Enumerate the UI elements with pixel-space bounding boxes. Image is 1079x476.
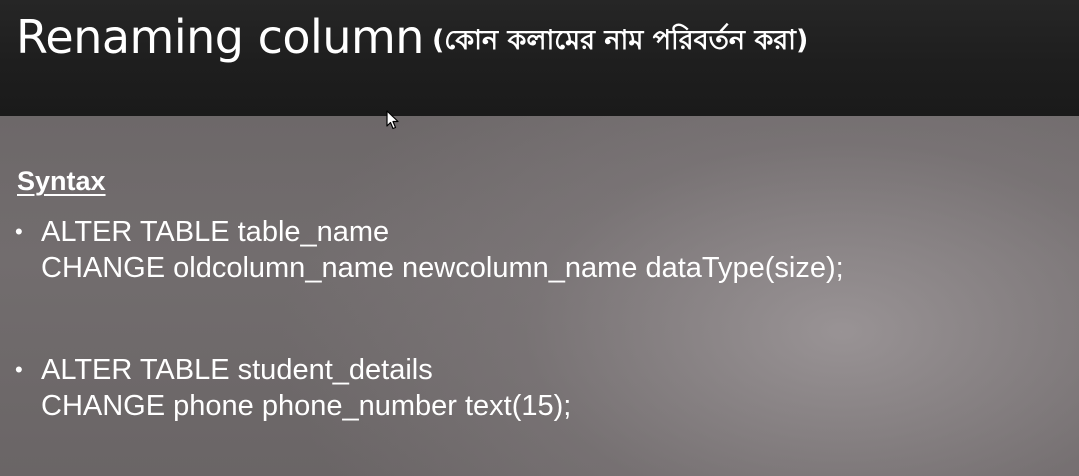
code-line: ALTER TABLE student_details (41, 354, 433, 386)
slide: Renaming column (কোন কলামের নাম পরিবর্তন … (0, 0, 1079, 476)
title-main: Renaming column (16, 10, 424, 64)
bullet-text: ALTER TABLE table_name CHANGE oldcolumn_… (41, 214, 844, 286)
mouse-pointer-icon (386, 110, 399, 130)
slide-content: Syntax • ALTER TABLE table_name CHANGE o… (0, 116, 1079, 476)
code-line: ALTER TABLE table_name (41, 216, 390, 248)
title-subtitle-bengali: (কোন কলামের নাম পরিবর্তন করা) (431, 25, 809, 56)
bullet-dot-icon: • (15, 357, 23, 382)
bullet-dot-icon: • (15, 219, 23, 244)
bullet-text: ALTER TABLE student_details CHANGE phone… (41, 352, 571, 424)
syntax-heading: Syntax (17, 166, 106, 196)
slide-title: Renaming column (কোন কলামের নাম পরিবর্তন … (16, 14, 808, 60)
code-line: CHANGE oldcolumn_name newcolumn_name dat… (41, 252, 844, 284)
title-bar: Renaming column (কোন কলামের নাম পরিবর্তন … (0, 0, 1079, 126)
code-line: CHANGE phone phone_number text(15); (41, 390, 572, 422)
